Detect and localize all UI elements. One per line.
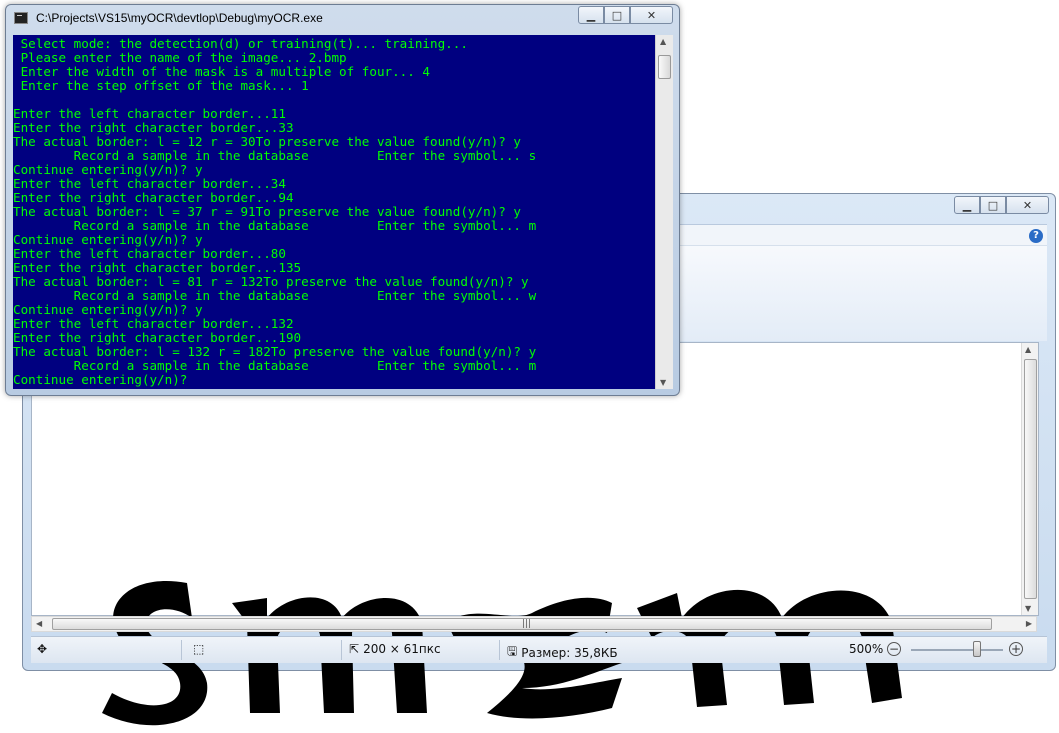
console-line: Continue entering(y/n)? y	[13, 162, 203, 177]
viewer-minimize-button[interactable]: ▁	[954, 196, 980, 214]
horizontal-scroll-thumb[interactable]: |||	[52, 618, 992, 630]
viewer-horizontal-scrollbar[interactable]: ◀ ||| ▶	[31, 616, 1037, 632]
zoom-slider[interactable]	[911, 649, 1003, 651]
scroll-up-icon[interactable]: ▲	[1025, 345, 1031, 354]
viewer-vertical-scrollbar[interactable]: ▲ ▼	[1021, 343, 1038, 615]
scroll-down-icon[interactable]: ▼	[1025, 604, 1031, 613]
scroll-down-icon[interactable]: ▼	[660, 378, 666, 387]
disk-icon: 🖫	[507, 644, 518, 658]
console-line: Record a sample in the database Enter th…	[13, 148, 537, 163]
console-window: C:\Projects\VS15\myOCR\devtlop\Debug\myO…	[5, 4, 680, 396]
console-text: Select mode: the detection(d) or trainin…	[13, 37, 655, 387]
file-size: 🖫 Размер: 35,8КБ	[507, 642, 618, 663]
status-divider	[181, 640, 182, 660]
console-app-icon	[14, 12, 28, 24]
console-line: The actual border: l = 12 r = 30To prese…	[13, 134, 521, 149]
image-dimensions: ⇱ 200 × 61пкс	[349, 642, 441, 656]
console-line: Enter the left character border...34	[13, 176, 286, 191]
console-titlebar[interactable]: C:\Projects\VS15\myOCR\devtlop\Debug\myO…	[6, 5, 679, 33]
file-size-text: Размер: 35,8КБ	[521, 645, 618, 660]
selection-icon: ⬚	[193, 642, 205, 656]
console-line: Record a sample in the database Enter th…	[13, 218, 537, 233]
console-line: Please enter the name of the image... 2.…	[13, 50, 347, 65]
console-close-button[interactable]: ✕	[630, 6, 673, 24]
status-divider	[341, 640, 342, 660]
console-line: Enter the left character border...132	[13, 316, 294, 331]
status-divider	[499, 640, 500, 660]
console-line: Continue entering(y/n)? y	[13, 232, 203, 247]
grip-icon: |||	[522, 619, 532, 629]
console-maximize-button[interactable]: □	[604, 6, 630, 24]
console-line: Record a sample in the database Enter th…	[13, 358, 537, 373]
scroll-left-icon[interactable]: ◀	[36, 619, 42, 628]
console-minimize-button[interactable]: ▁	[578, 6, 604, 24]
status-bar: ✥ ⬚ ⇱ 200 × 61пкс 🖫 Размер: 35,8КБ 500% …	[31, 636, 1047, 663]
move-icon[interactable]: ✥	[37, 642, 47, 656]
scroll-right-icon[interactable]: ▶	[1026, 619, 1032, 628]
console-line: Enter the right character border...135	[13, 260, 302, 275]
console-line: Enter the right character border...190	[13, 330, 302, 345]
console-caption-buttons: ▁ □ ✕	[578, 6, 673, 24]
help-icon[interactable]: ?	[1029, 229, 1043, 243]
resize-icon: ⇱	[349, 642, 360, 656]
console-scrollbar[interactable]: ▲ ▼	[655, 35, 673, 389]
console-scroll-thumb[interactable]	[658, 55, 671, 79]
console-line: Enter the width of the mask is a multipl…	[13, 64, 431, 79]
zoom-slider-thumb[interactable]	[973, 641, 981, 657]
viewer-maximize-button[interactable]: □	[980, 196, 1006, 214]
console-line: Enter the right character border...94	[13, 190, 294, 205]
console-line: Enter the right character border...33	[13, 120, 294, 135]
console-line: The actual border: l = 37 r = 91To prese…	[13, 204, 521, 219]
zoom-in-button[interactable]: +	[1009, 642, 1023, 656]
zoom-percent: 500%	[849, 642, 883, 656]
console-line: Select mode: the detection(d) or trainin…	[13, 36, 468, 51]
vertical-scroll-thumb[interactable]	[1024, 359, 1037, 599]
console-line: Enter the left character border...80	[13, 246, 286, 261]
console-title: C:\Projects\VS15\myOCR\devtlop\Debug\myO…	[36, 11, 323, 25]
zoom-text: 500%	[849, 642, 884, 656]
viewer-caption-buttons: ▁ □ ✕	[954, 196, 1049, 214]
console-line: Record a sample in the database Enter th…	[13, 288, 537, 303]
console-output[interactable]: Select mode: the detection(d) or trainin…	[13, 35, 673, 389]
console-line: The actual border: l = 132 r = 182To pre…	[13, 344, 537, 359]
scroll-up-icon[interactable]: ▲	[660, 37, 666, 46]
console-line: Continue entering(y/n)?	[13, 372, 188, 387]
dimensions-text: 200 × 61пкс	[363, 642, 441, 656]
viewer-close-button[interactable]: ✕	[1006, 196, 1049, 214]
console-line: Enter the left character border...11	[13, 106, 286, 121]
console-line: Enter the step offset of the mask... 1	[13, 78, 309, 93]
console-line: Continue entering(y/n)? y	[13, 302, 203, 317]
console-line: The actual border: l = 81 r = 132To pres…	[13, 274, 529, 289]
zoom-out-button[interactable]: −	[887, 642, 901, 656]
